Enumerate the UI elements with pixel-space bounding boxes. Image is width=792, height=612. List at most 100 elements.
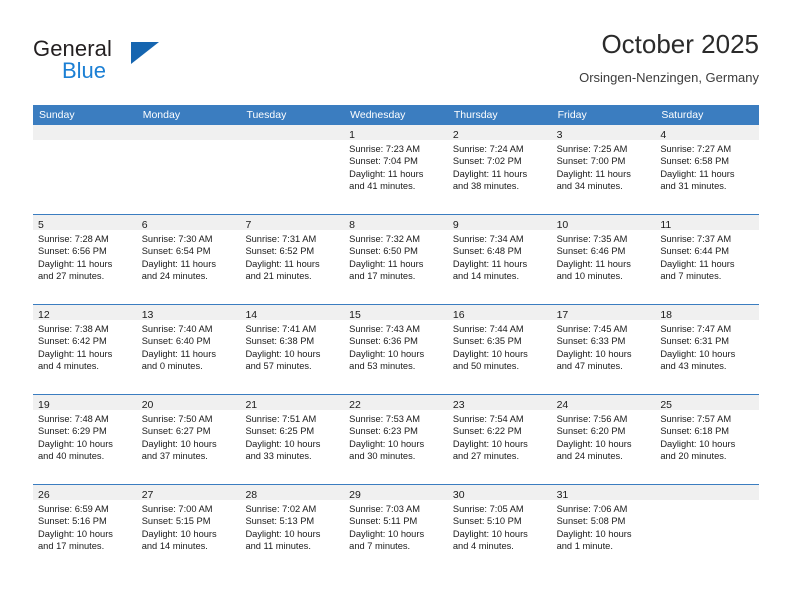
day-detail-line: Sunrise: 7:40 AM: [141, 324, 213, 334]
day-detail-line: and 43 minutes.: [660, 360, 727, 371]
day-detail-line: and 14 minutes.: [141, 540, 208, 551]
calendar-day-cell[interactable]: 9 Sunrise: 7:34 AM Sunset: 6:48 PM Daylight…: [447, 215, 552, 304]
day-detail-line: and 37 minutes.: [141, 450, 208, 461]
calendar-day-cell[interactable]: 19 Sunrise: 7:48 AM Sunset: 6:29 PM Dayligh…: [33, 395, 137, 484]
day-detail-line: Sunset: 6:56 PM: [38, 246, 107, 257]
calendar-day-cell[interactable]: 1 Sunrise: 7:23 AM Sunset: 7:04 PM Daylight…: [344, 125, 448, 214]
calendar-day-cell[interactable]: 7 Sunrise: 7:31 AM Sunset: 6:52 PM Daylight…: [240, 215, 345, 304]
day-detail-line: and 38 minutes.: [452, 180, 520, 191]
calendar-week-row: 5 Sunrise: 7:28 AM Sunset: 6:56 PM Daylight…: [33, 215, 760, 305]
calendar-day-cell-empty: [136, 125, 241, 214]
day-of-week-sunday: Sunday: [39, 109, 75, 121]
calendar-day-cell[interactable]: 8 Sunrise: 7:32 AM Sunset: 6:50 PM Daylight…: [344, 215, 448, 304]
calendar-day-cell-empty: [33, 125, 137, 214]
calendar-day-cell[interactable]: 24 Sunrise: 7:56 AM Sunset: 6:20 PM Dayligh…: [551, 395, 656, 484]
day-detail-line: Daylight: 10 hours: [38, 438, 113, 449]
calendar-day-cell[interactable]: 20 Sunrise: 7:50 AM Sunset: 6:27 PM Dayligh…: [136, 395, 241, 484]
day-detail-line: Daylight: 11 hours: [452, 168, 528, 179]
calendar-day-cell[interactable]: 31 Sunrise: 7:06 AM Sunset: 5:08 PM Dayligh…: [551, 485, 656, 575]
day-details: Sunrise: 7:06 AM Sunset: 5:08 PM Daylight:…: [552, 500, 656, 552]
day-detail-line: Sunset: 5:10 PM: [452, 516, 522, 527]
day-detail-line: and 4 minutes.: [38, 360, 99, 371]
day-detail-line: and 27 minutes.: [38, 270, 105, 281]
day-details: Sunrise: 7:53 AM Sunset: 6:23 PM Daylight:…: [344, 410, 448, 462]
calendar-day-cell[interactable]: 22 Sunrise: 7:53 AM Sunset: 6:23 PM Dayligh…: [344, 395, 448, 484]
calendar-day-cell[interactable]: 10 Sunrise: 7:35 AM Sunset: 6:46 PM Dayligh…: [551, 215, 656, 304]
day-detail-line: and 53 minutes.: [349, 360, 416, 371]
day-detail-line: Sunset: 6:54 PM: [141, 246, 211, 257]
day-of-week-monday: Monday: [142, 109, 181, 121]
day-detail-line: Sunrise: 7:37 AM: [660, 234, 732, 244]
day-detail-line: Sunrise: 7:56 AM: [556, 414, 628, 424]
day-detail-line: and 17 minutes.: [349, 270, 416, 281]
calendar-day-cell[interactable]: 26 Sunrise: 6:59 AM Sunset: 5:16 PM Dayligh…: [33, 485, 137, 575]
calendar-day-cell[interactable]: 16 Sunrise: 7:44 AM Sunset: 6:35 PM Dayligh…: [447, 305, 552, 394]
day-number-band: 26: [33, 485, 137, 501]
day-detail-line: and 47 minutes.: [556, 360, 623, 371]
day-detail-line: Sunrise: 7:27 AM: [660, 144, 732, 154]
calendar-day-cell[interactable]: 18 Sunrise: 7:47 AM Sunset: 6:31 PM Dayligh…: [655, 305, 760, 394]
day-detail-line: Sunrise: 7:03 AM: [349, 504, 420, 514]
calendar-day-cell[interactable]: 28 Sunrise: 7:02 AM Sunset: 5:13 PM Dayligh…: [240, 485, 345, 575]
calendar-day-cell[interactable]: 25 Sunrise: 7:57 AM Sunset: 6:18 PM Dayligh…: [655, 395, 760, 484]
calendar-day-cell[interactable]: 21 Sunrise: 7:51 AM Sunset: 6:25 PM Dayligh…: [240, 395, 345, 484]
calendar-day-cell[interactable]: 23 Sunrise: 7:54 AM Sunset: 6:22 PM Dayligh…: [447, 395, 552, 484]
calendar-day-cell[interactable]: 4 Sunrise: 7:27 AM Sunset: 6:58 PM Daylight…: [655, 125, 760, 214]
day-detail-line: and 7 minutes.: [349, 540, 411, 551]
day-detail-line: Sunset: 6:44 PM: [660, 246, 730, 257]
calendar-day-cell[interactable]: 2 Sunrise: 7:24 AM Sunset: 7:02 PM Daylight…: [447, 125, 552, 214]
day-detail-line: Sunrise: 7:05 AM: [452, 504, 524, 514]
day-number: 27: [141, 489, 154, 501]
brand-logo[interactable]: General Blue: [33, 36, 253, 92]
day-detail-line: Sunrise: 7:28 AM: [38, 234, 109, 244]
day-details: Sunrise: 7:51 AM Sunset: 6:25 PM Daylight:…: [240, 410, 344, 462]
day-details: Sunrise: 7:00 AM Sunset: 5:15 PM Daylight:…: [137, 500, 241, 552]
day-detail-line: Sunrise: 7:24 AM: [452, 144, 524, 154]
day-details: Sunrise: 7:38 AM Sunset: 6:42 PM Daylight:…: [33, 320, 137, 372]
day-detail-line: Daylight: 10 hours: [452, 348, 528, 359]
day-number: 4: [660, 129, 667, 141]
day-detail-line: Sunrise: 7:54 AM: [452, 414, 524, 424]
day-detail-line: Sunset: 6:31 PM: [660, 336, 730, 347]
calendar-day-cell[interactable]: 11 Sunrise: 7:37 AM Sunset: 6:44 PM Dayligh…: [655, 215, 760, 304]
day-details: [655, 500, 759, 503]
calendar-day-cell[interactable]: 13 Sunrise: 7:40 AM Sunset: 6:40 PM Dayligh…: [136, 305, 241, 394]
day-detail-line: Sunset: 5:08 PM: [556, 516, 626, 527]
day-detail-line: Sunrise: 7:34 AM: [452, 234, 524, 244]
day-detail-line: and 24 minutes.: [141, 270, 208, 281]
day-detail-line: Sunrise: 7:02 AM: [245, 504, 317, 514]
day-detail-line: Daylight: 10 hours: [245, 348, 321, 359]
day-of-week-tuesday: Tuesday: [246, 109, 287, 121]
day-detail-line: and 31 minutes.: [660, 180, 727, 191]
day-detail-line: Daylight: 11 hours: [349, 258, 424, 269]
day-details: [137, 140, 241, 143]
day-detail-line: Sunrise: 7:00 AM: [141, 504, 213, 514]
day-detail-line: Sunset: 6:27 PM: [141, 426, 211, 437]
day-detail-line: Sunset: 6:48 PM: [452, 246, 522, 257]
calendar-day-cell[interactable]: 15 Sunrise: 7:43 AM Sunset: 6:36 PM Dayligh…: [344, 305, 448, 394]
calendar-day-cell[interactable]: 6 Sunrise: 7:30 AM Sunset: 6:54 PM Daylight…: [136, 215, 241, 304]
day-number: 2: [452, 129, 459, 141]
calendar-day-cell[interactable]: 12 Sunrise: 7:38 AM Sunset: 6:42 PM Dayligh…: [33, 305, 137, 394]
day-details: Sunrise: 7:44 AM Sunset: 6:35 PM Daylight:…: [448, 320, 552, 372]
day-number-band: 27: [136, 485, 241, 501]
day-number: 30: [452, 489, 465, 501]
day-detail-line: Daylight: 10 hours: [141, 438, 217, 449]
calendar-day-cell[interactable]: 30 Sunrise: 7:05 AM Sunset: 5:10 PM Dayligh…: [447, 485, 552, 575]
calendar-day-cell[interactable]: 5 Sunrise: 7:28 AM Sunset: 6:56 PM Daylight…: [33, 215, 137, 304]
calendar-day-cell[interactable]: 29 Sunrise: 7:03 AM Sunset: 5:11 PM Dayligh…: [344, 485, 448, 575]
day-number: 11: [660, 219, 672, 231]
day-detail-line: Sunrise: 7:53 AM: [349, 414, 420, 424]
calendar-day-cell[interactable]: 14 Sunrise: 7:41 AM Sunset: 6:38 PM Dayligh…: [240, 305, 345, 394]
day-details: Sunrise: 7:31 AM Sunset: 6:52 PM Daylight:…: [240, 230, 344, 282]
day-number-band: 18: [655, 305, 760, 321]
day-detail-line: Sunrise: 7:30 AM: [141, 234, 213, 244]
day-details: Sunrise: 7:45 AM Sunset: 6:33 PM Daylight:…: [552, 320, 656, 372]
calendar-day-cell[interactable]: 17 Sunrise: 7:45 AM Sunset: 6:33 PM Dayligh…: [551, 305, 656, 394]
day-number: 20: [141, 399, 154, 411]
day-detail-line: Sunrise: 7:35 AM: [556, 234, 628, 244]
calendar-day-cell[interactable]: 27 Sunrise: 7:00 AM Sunset: 5:15 PM Dayligh…: [136, 485, 241, 575]
calendar-day-cell[interactable]: 3 Sunrise: 7:25 AM Sunset: 7:00 PM Daylight…: [551, 125, 656, 214]
day-detail-line: Sunrise: 7:31 AM: [245, 234, 317, 244]
day-of-week-thursday: Thursday: [453, 109, 498, 121]
